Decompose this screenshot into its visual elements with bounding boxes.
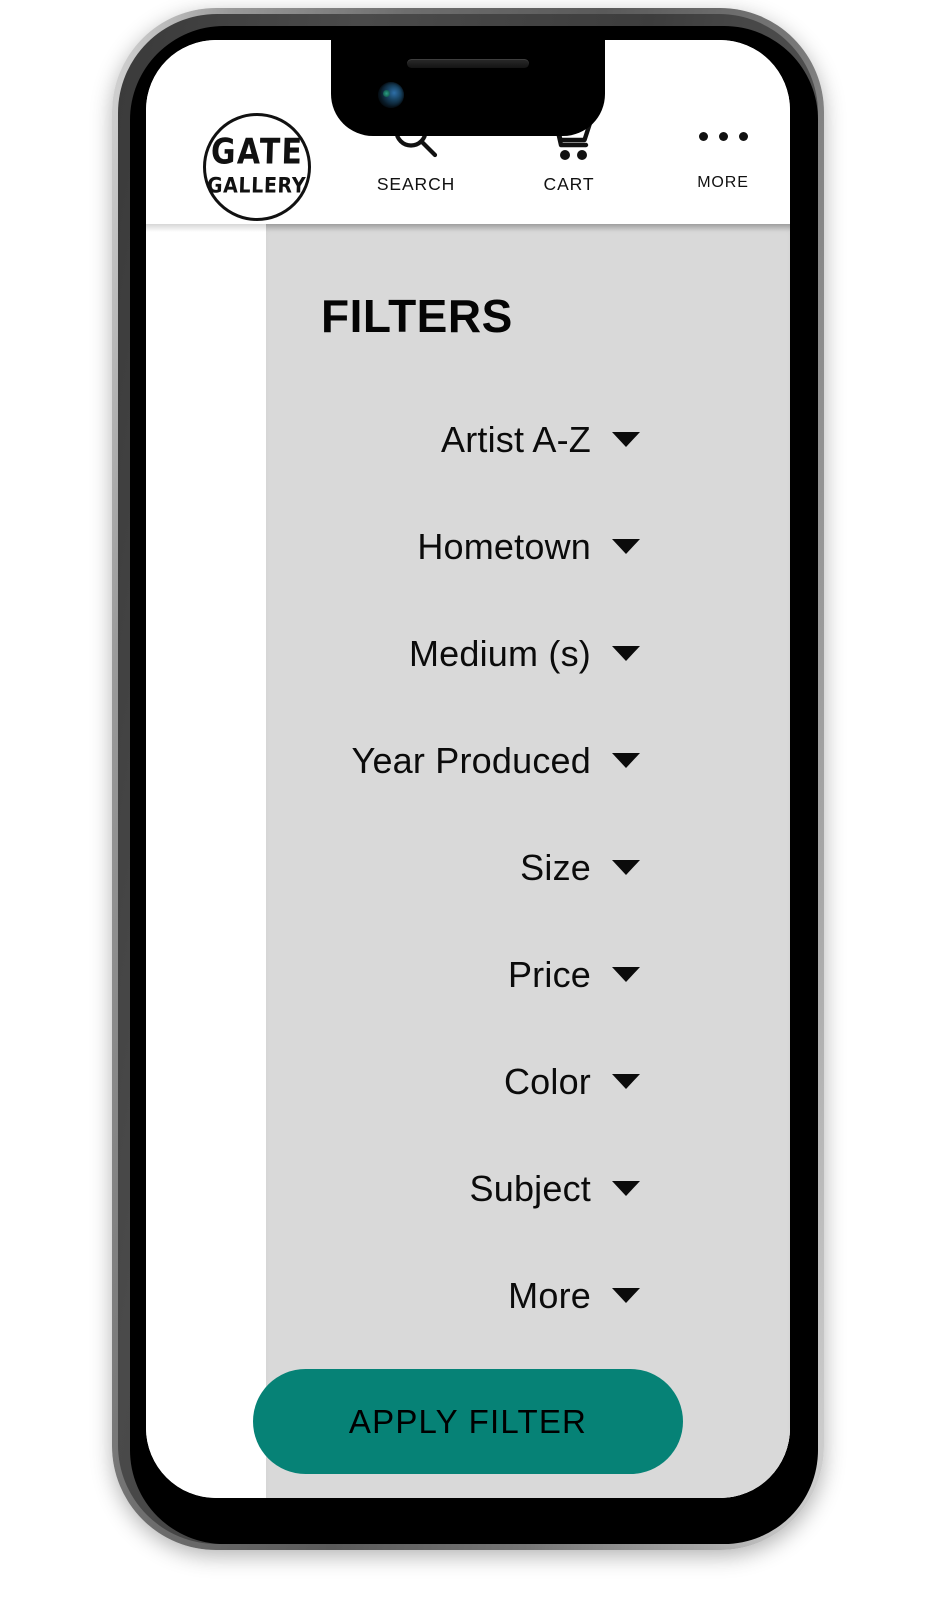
filter-list: Artist A-Z Hometown Medium (s) Year Prod…: [266, 386, 790, 1349]
chevron-down-icon: [612, 1074, 640, 1089]
nav-more-label: MORE: [697, 174, 749, 191]
filter-label: Price: [507, 953, 591, 995]
filter-label: Color: [503, 1060, 591, 1102]
screenshot-root: FILTERS Artist A-Z Hometown Medium (s) Y…: [0, 0, 936, 1602]
apply-filter-container: APPLY FILTER: [146, 1369, 790, 1474]
earpiece-speaker: [407, 59, 529, 68]
filter-row-year-produced[interactable]: Year Produced: [266, 707, 790, 814]
filter-label: Year Produced: [351, 739, 591, 781]
logo-text-gallery: GALLERY: [207, 173, 307, 199]
filter-row-artist[interactable]: Artist A-Z: [266, 386, 790, 493]
filter-row-subject[interactable]: Subject: [266, 1135, 790, 1242]
chevron-down-icon: [612, 646, 640, 661]
filter-label: More: [508, 1274, 591, 1316]
chevron-down-icon: [612, 1288, 640, 1303]
filter-label: Size: [520, 846, 591, 888]
phone-notch: [331, 40, 605, 136]
chevron-down-icon: [612, 967, 640, 982]
filter-row-more[interactable]: More: [266, 1242, 790, 1349]
nav-cart-label: CART: [543, 174, 595, 194]
nav-more[interactable]: MORE: [658, 108, 788, 192]
front-camera-icon: [378, 82, 404, 108]
more-dots-icon: [698, 108, 748, 164]
filter-row-price[interactable]: Price: [266, 921, 790, 1028]
chevron-down-icon: [612, 753, 640, 768]
apply-filter-button[interactable]: APPLY FILTER: [253, 1369, 683, 1474]
chevron-down-icon: [612, 1181, 640, 1196]
filter-label: Medium (s): [408, 632, 591, 674]
filter-row-medium[interactable]: Medium (s): [266, 600, 790, 707]
page-title: FILTERS: [321, 290, 513, 342]
filter-row-hometown[interactable]: Hometown: [266, 493, 790, 600]
phone-screen: FILTERS Artist A-Z Hometown Medium (s) Y…: [146, 40, 790, 1498]
nav-search-label: SEARCH: [376, 174, 456, 194]
filter-label: Artist A-Z: [440, 418, 591, 460]
filters-panel: FILTERS Artist A-Z Hometown Medium (s) Y…: [266, 224, 790, 1498]
filter-row-size[interactable]: Size: [266, 814, 790, 921]
chevron-down-icon: [612, 539, 640, 554]
filter-label: Hometown: [417, 525, 591, 567]
chevron-down-icon: [612, 860, 640, 875]
filter-row-color[interactable]: Color: [266, 1028, 790, 1135]
chevron-down-icon: [612, 432, 640, 447]
filter-label: Subject: [469, 1167, 591, 1209]
brand-logo[interactable]: GATE GALLERY: [203, 113, 311, 221]
logo-text-gate: GATE: [210, 131, 304, 174]
